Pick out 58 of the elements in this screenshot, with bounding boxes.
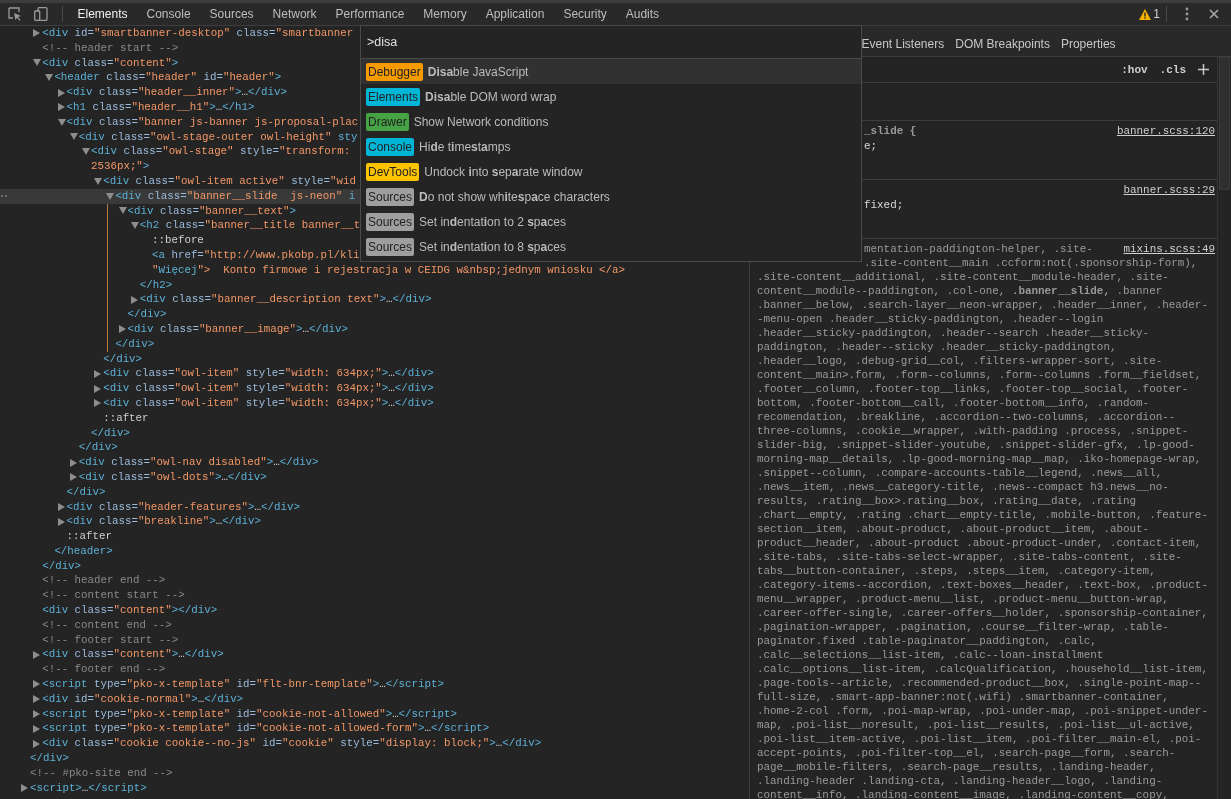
selector-line: .chart__empty, .rating .chart__empty-title, .mobile-button, .feature- (757, 508, 1208, 522)
selector-line: full-size, .smart-app-banner:not(.wifi) .smartbanner-container, (757, 690, 1169, 704)
selector-line: .pagination-wrapper, .pagination, .course__filter-wrap, .table- (757, 620, 1169, 634)
selector-line: menu__wrapper, .product-menu__list, .product-menu__button-wrap, (757, 592, 1169, 606)
category-badge: Console (366, 137, 415, 156)
command-label: Set indentation to 2 spaces (419, 214, 566, 229)
selector-line: -menu-open .header__sticky-paddington, .header--login (757, 312, 1104, 326)
category-badge: Sources (366, 212, 415, 231)
selector-line: section__item, .about-product, .about-product__item, .about- (757, 522, 1150, 536)
selector-line: .footer__column, .footer-top__links, .footer-top__social, .footer- (757, 382, 1189, 396)
selector-line: .landing-header .landing-cta, .landing-header__logo, .landing- (757, 774, 1163, 788)
selector-line: .poi-list__item-active, .poi-list__item, .poi-filter__main-el, .poi- (757, 732, 1202, 746)
selector-line: accept-points, .poi-filter-top__el, .search-page__form, .search- (757, 746, 1176, 760)
selector-line: tabs__button-container, .steps, .steps__item, .category-item, (757, 564, 1156, 578)
selector-line: .site-content__main .ccform:not(.sponsorship-form), (863, 256, 1198, 270)
selector-line: slider-big, .snippet-slider-youtube, .snippet-slider-gfx, .lp-good- (757, 438, 1195, 452)
selector-line: .banner__below, .search-layer__neon-wrapper, .header__inner, .header- (757, 298, 1208, 312)
selector-line: bottom, .footer-bottom__call, .footer-bottom__info, .random- (757, 396, 1150, 410)
selector-line: _slide { (863, 124, 917, 139)
command-label: Hide timestamps (419, 139, 511, 154)
selector-line: .news__item, .news__category-title, .news--compact h3.news__no- (757, 480, 1169, 494)
selector-line: map, .poi-list__noresult, .poi-list__results, .poi-list__ul-active, (757, 718, 1195, 732)
command-label: Set indentation to 8 spaces (419, 239, 566, 254)
category-badge: Debugger (366, 62, 423, 81)
selector-line: .page-tools--article, .recommended-product__box, .single-point-map-- (757, 676, 1202, 690)
selector-line: page__mobile-filters, .search-page__results, .landing-header, (757, 760, 1156, 774)
selector-line: .header__logo, .debug-grid__col, .filters-wrapper-sort, .site- (757, 354, 1163, 368)
selector-line: .calc__options__list-item, .calcQualification, .household__list-item, (757, 662, 1208, 676)
command-label: Disable DOM word wrap (425, 89, 557, 104)
selector-line: .calc__selections__list-item, .calc--loan-installment (757, 648, 1104, 662)
category-badge: Elements (366, 87, 421, 106)
selector-line: .career-offer-single, .career-offers__holder, .sponsorship-container, (757, 606, 1208, 620)
category-badge: DevTools (366, 162, 420, 181)
selector-line: morning-map__details, .lp-good-morning-map__map, .iko-homepage-wrap, (757, 452, 1202, 466)
selector-line: .home-2-col .form, .poi-map-wrap, .poi-under-map, .poi-snippet-under- (757, 704, 1208, 718)
declaration-line: e; (863, 139, 878, 154)
command-label: Undock into separate window (424, 164, 583, 179)
selector-line: .header__sticky-paddington, .header--search .header__sticky- (757, 326, 1150, 340)
command-label: Do not show whitespace characters (419, 189, 610, 204)
selector-line: content__main>.form, .form--columns, .form--columns .form__fieldset, (757, 368, 1202, 382)
selector-line: three-columns, .cookie__wrapper, .with-padding .process, .snippet- (757, 424, 1189, 438)
command-label: Disable JavaScript (427, 64, 529, 79)
selector-line: .site-content__additional, .site-content__module-header, .site- (757, 270, 1169, 284)
selector-line: results, .rating__box>.rating__box, .rating__date, .rating (757, 494, 1137, 508)
category-badge: Sources (366, 187, 415, 206)
selector-line: paginator.fixed .table-paginator__paddington, .calc, (757, 634, 1097, 648)
selector-line: mentation-paddington-helper, .site- (863, 242, 1093, 256)
category-badge: Sources (366, 237, 415, 256)
selector-line: .site-tabs, .site-tabs-select-wrapper, .site-tabs-content, .site- (757, 550, 1182, 564)
selector-line: .category-items--accordion, .text-boxes__header, .text-box, .product- (757, 578, 1208, 592)
command-label: Show Network conditions (413, 114, 549, 129)
selector-line: content__module--paddington, .col-one, .banner__slide, .banner (757, 284, 1163, 298)
selector-line: product__header, .about-product .about-product-under, .contact-item, (757, 536, 1202, 550)
selector-line: recomendation, .breakline, .accordion--two-columns, .accordion-- (757, 410, 1176, 424)
declaration-line: fixed; (863, 198, 904, 213)
selector-line: .snippet--column, .compare-accounts-table__legend, .news__all, (757, 466, 1163, 480)
selector-line: paddington, .header--sticky .header__sticky-paddington, (757, 340, 1117, 354)
category-badge: Drawer (366, 112, 409, 131)
